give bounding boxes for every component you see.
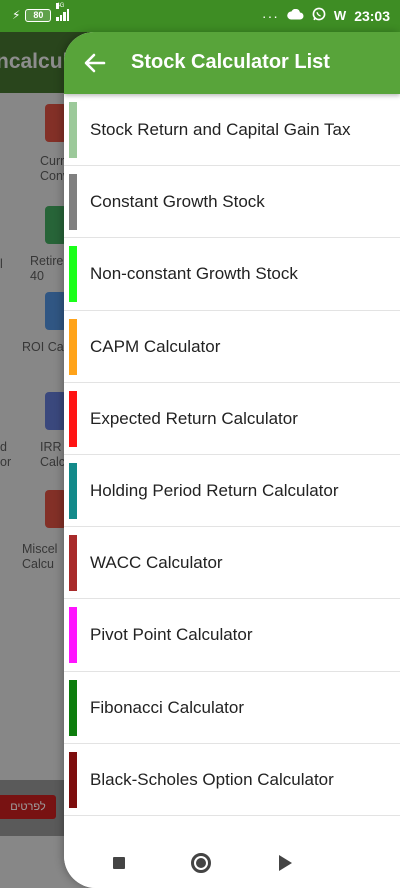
list-item[interactable]: Stock Return and Capital Gain Tax xyxy=(64,94,400,167)
list-item[interactable]: Constant Growth Stock xyxy=(64,166,400,239)
battery-icon: 80 xyxy=(25,8,52,22)
charging-icon: ⚡ xyxy=(12,8,21,22)
color-bar xyxy=(69,607,77,664)
cloud-icon xyxy=(287,8,304,23)
clock: 23:03 xyxy=(354,7,390,24)
status-bar: ⚡ 80 4G ··· W 23:03 xyxy=(0,0,400,32)
color-bar xyxy=(69,174,77,231)
circle-icon[interactable] xyxy=(190,852,212,874)
app-bar: Stock Calculator List xyxy=(64,32,400,94)
list-item-label: Fibonacci Calculator xyxy=(90,697,245,717)
more-notifications-icon: ··· xyxy=(261,7,279,24)
list-item-label: Constant Growth Stock xyxy=(90,192,265,212)
stock-calculator-sheet: Stock Calculator List Stock Return and C… xyxy=(64,32,400,888)
whatsapp-icon xyxy=(312,7,326,24)
list-item-label: Expected Return Calculator xyxy=(90,408,298,428)
color-bar xyxy=(69,751,77,808)
list-item-label: Holding Period Return Calculator xyxy=(90,480,339,500)
list-item[interactable]: Non-constant Growth Stock xyxy=(64,238,400,311)
signal-icon: 4G xyxy=(56,3,70,21)
triangle-icon[interactable] xyxy=(274,852,296,874)
list-item-label: Non-constant Growth Stock xyxy=(90,264,298,284)
network-tag: 4G xyxy=(56,3,65,9)
list-item-label: Pivot Point Calculator xyxy=(90,625,253,645)
list-item[interactable]: Holding Period Return Calculator xyxy=(64,455,400,528)
w-app-icon: W xyxy=(333,8,347,23)
list-item[interactable]: Fibonacci Calculator xyxy=(64,672,400,744)
list-item[interactable]: Black-Scholes Option Calculator xyxy=(64,744,400,816)
square-icon[interactable] xyxy=(108,852,130,874)
color-bar xyxy=(69,102,77,158)
color-bar xyxy=(69,535,77,592)
list-item[interactable]: WACC Calculator xyxy=(64,527,400,600)
color-bar xyxy=(69,462,77,519)
color-bar xyxy=(69,679,77,736)
color-bar xyxy=(69,246,77,303)
system-nav-bar xyxy=(64,836,400,888)
calculator-list: Stock Return and Capital Gain Tax Consta… xyxy=(64,94,400,816)
list-item[interactable]: Pivot Point Calculator xyxy=(64,599,400,672)
arrow-left-icon[interactable] xyxy=(82,50,108,76)
list-item[interactable]: Expected Return Calculator xyxy=(64,383,400,455)
list-item-label: WACC Calculator xyxy=(90,553,223,573)
color-bar xyxy=(69,318,77,375)
list-item-label: Stock Return and Capital Gain Tax xyxy=(90,120,351,139)
page-title: Stock Calculator List xyxy=(131,51,330,73)
list-item-label: Black-Scholes Option Calculator xyxy=(90,769,334,789)
color-bar xyxy=(69,390,77,447)
list-item[interactable]: CAPM Calculator xyxy=(64,311,400,383)
list-item-label: CAPM Calculator xyxy=(90,336,221,356)
